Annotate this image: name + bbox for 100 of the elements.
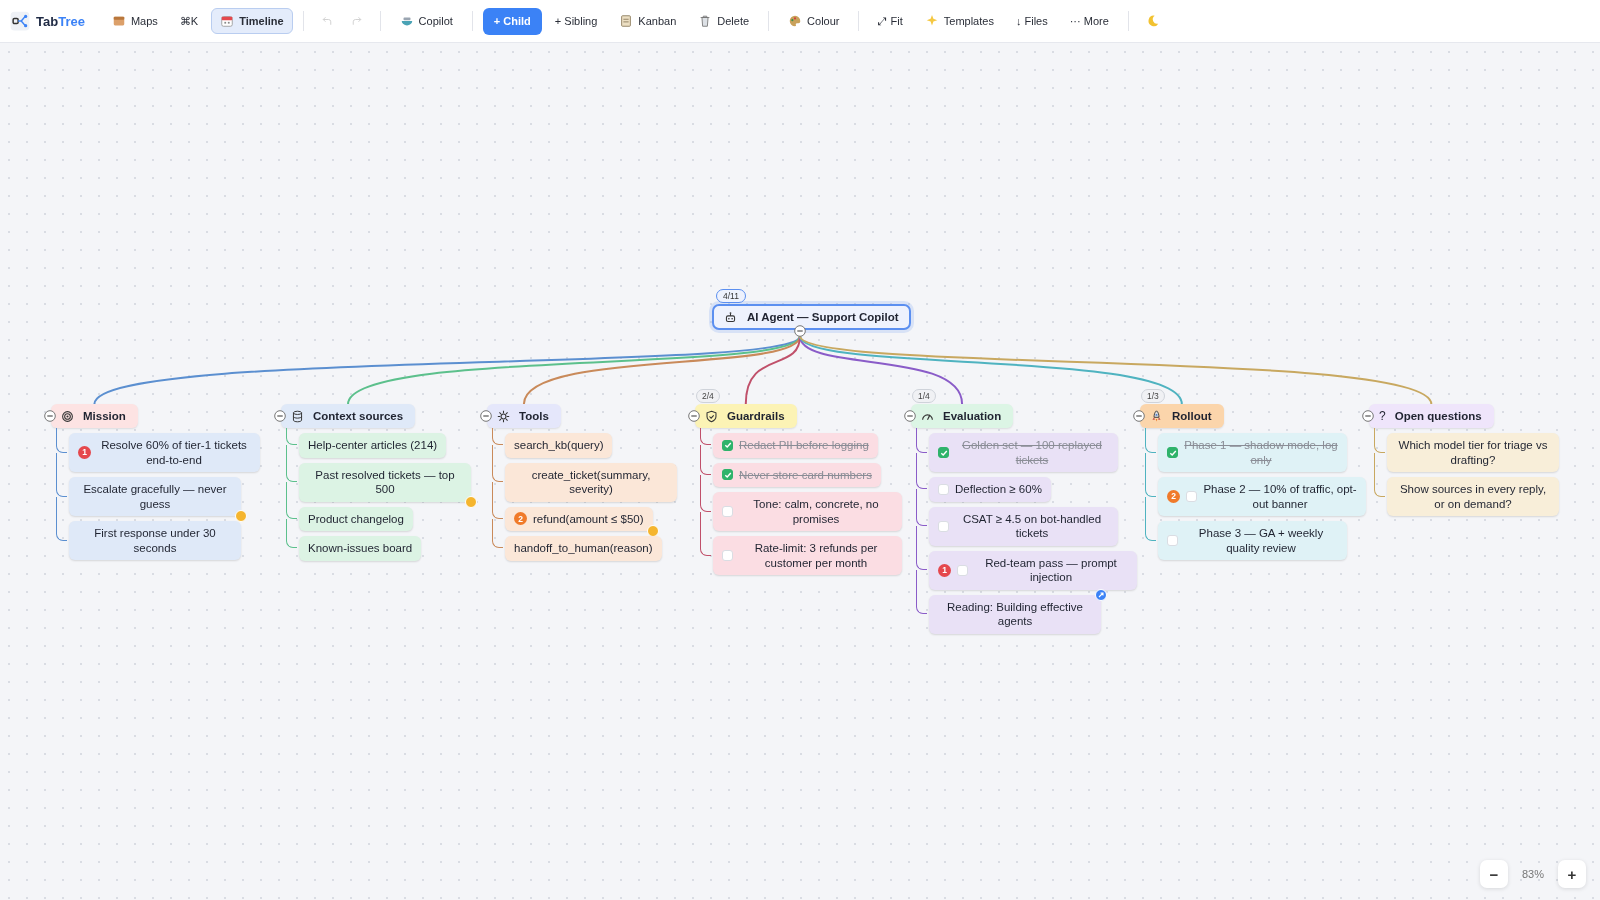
node-text: Product changelog (308, 511, 404, 526)
node-card[interactable]: 1 Red-team pass — prompt injection (929, 550, 1137, 590)
node-text: Rate-limit: 3 refunds per customer per month (753, 541, 879, 570)
node-card[interactable]: 2 refund(amount ≤ $50) (505, 506, 653, 531)
node-card[interactable]: Escalate gracefully — never guess (69, 477, 241, 516)
node-text: CSAT ≥ 4.5 on bot-handled tickets (961, 511, 1103, 541)
files-button[interactable]: ↓ Files (1006, 8, 1057, 34)
collapse-button[interactable] (44, 410, 56, 422)
progress-badge: 1/4 (912, 389, 936, 403)
gear-icon (497, 409, 510, 423)
branch-label: Guardrails (727, 410, 785, 422)
node-card[interactable]: Which model tier for triage vs drafting? (1387, 433, 1559, 472)
node-card[interactable]: handoff_to_human(reason) (505, 536, 662, 561)
branch-node[interactable]: Tools (487, 404, 561, 428)
node-card[interactable]: create_ticket(summary, severity) (505, 462, 677, 502)
node-card[interactable]: Known-issues board (299, 536, 422, 561)
node-card[interactable]: Help-center articles (214) (299, 433, 447, 458)
node-text: search_kb(query) (514, 438, 604, 453)
branch-label: Evaluation (943, 410, 1002, 422)
collapse-button[interactable] (274, 410, 286, 422)
node-card[interactable]: Rate-limit: 3 refunds per customer per month (713, 536, 902, 575)
database-icon (291, 409, 304, 423)
node-text: Which model tier for triage vs drafting? (1397, 438, 1549, 467)
node-card[interactable]: Reading: Building effective agents (929, 594, 1101, 634)
node-card[interactable]: 2 Phase 2 — 10% of traffic, opt-out banner (1158, 477, 1366, 516)
moon-icon (1145, 14, 1160, 28)
templates-button[interactable]: Templates (915, 8, 1003, 34)
branch-node[interactable]: Mission (51, 404, 138, 428)
add-child-button[interactable]: + Child (482, 7, 542, 35)
collapse-button[interactable] (688, 410, 700, 422)
progress-badge: 4/11 (716, 289, 746, 303)
node-card[interactable]: Product changelog (299, 506, 413, 531)
branch-label: Mission (83, 410, 126, 422)
node-text: Deflection ≥ 60% (955, 482, 1042, 497)
app-logo-text: TabTree (36, 13, 85, 29)
node-card[interactable]: Deflection ≥ 60% (929, 477, 1051, 502)
palette-icon (788, 14, 803, 28)
checkbox[interactable] (722, 469, 733, 481)
node-text: First response under 30 seconds (93, 526, 217, 555)
robot-icon (724, 310, 737, 324)
colour-button[interactable]: Colour (779, 8, 849, 34)
zoom-in-button[interactable]: + (1558, 860, 1586, 888)
redo-icon (350, 15, 363, 27)
checkbox[interactable] (1167, 447, 1178, 458)
node-text: handoff_to_human(reason) (514, 541, 653, 556)
node-card[interactable]: Tone: calm, concrete, no promises (713, 492, 902, 531)
branch-node[interactable]: Guardrails (695, 404, 797, 428)
node-card[interactable]: CSAT ≥ 4.5 on bot-handled tickets (929, 506, 1118, 546)
collapse-button[interactable] (1133, 410, 1145, 422)
root-label: AI Agent — Support Copilot (747, 311, 899, 323)
delete-button[interactable]: Delete (689, 8, 759, 34)
root-node[interactable]: AI Agent — Support Copilot (712, 304, 911, 330)
checkbox[interactable] (938, 447, 949, 458)
node-card[interactable]: Past resolved tickets — top 500 (299, 462, 471, 502)
add-sibling-button[interactable]: + Sibling (545, 8, 607, 34)
branch-node[interactable]: Evaluation (911, 404, 1014, 428)
node-text: Golden set — 100 replayed tickets (961, 438, 1103, 467)
branch-node[interactable]: ? Open questions (1369, 404, 1494, 428)
branch-label: Context sources (313, 410, 404, 422)
priority-badge: 1 (938, 563, 951, 577)
branch-node[interactable]: Context sources (281, 404, 416, 428)
node-text: Help-center articles (214) (308, 438, 438, 453)
node-text: Red-team pass — prompt injection (984, 555, 1118, 585)
maps-button[interactable]: Maps (102, 8, 167, 34)
link-icon[interactable] (1095, 588, 1107, 601)
node-text: Phase 3 — GA + weekly quality review (1197, 526, 1325, 555)
node-text: Show sources in every reply, or on demand? (1398, 482, 1548, 511)
node-card[interactable]: First response under 30 seconds (69, 521, 241, 560)
priority-badge: 1 (78, 446, 91, 459)
branch-label: Open questions (1394, 410, 1482, 422)
node-card[interactable]: Show sources in every reply, or on demand? (1387, 477, 1559, 516)
collapse-button[interactable] (1362, 410, 1374, 422)
node-text: Phase 1 — shadow mode, log only (1184, 438, 1338, 467)
copilot-button[interactable]: Copilot (390, 8, 462, 34)
command-button[interactable]: ⌘K (170, 8, 208, 34)
kanban-button[interactable]: Kanban (610, 8, 686, 34)
node-card[interactable]: search_kb(query) (505, 433, 613, 458)
fit-button[interactable]: ⤢ Fit (869, 8, 912, 34)
node-text: Known-issues board (308, 541, 413, 556)
node-card[interactable]: 1 Resolve 60% of tier-1 tickets end-to-end (69, 433, 260, 472)
mind-map-icon (10, 11, 30, 31)
note-icon[interactable] (235, 510, 247, 522)
node-card[interactable]: Phase 3 — GA + weekly quality review (1158, 521, 1347, 560)
node-text: Phase 2 — 10% of traffic, opt-out banner (1203, 482, 1357, 511)
collapse-button[interactable] (794, 325, 806, 337)
node-text: Never store card numbers (739, 467, 872, 482)
checkbox[interactable] (722, 439, 733, 451)
branch-node[interactable]: Rollout (1140, 404, 1224, 428)
progress-badge: 1/3 (1141, 389, 1165, 403)
node-text: Resolve 60% of tier-1 tickets end-to-end (100, 438, 248, 467)
priority-badge: 2 (1167, 490, 1180, 503)
progress-badge: 2/4 (696, 389, 720, 403)
more-button[interactable]: ··· More (1060, 8, 1118, 34)
priority-badge: 2 (514, 512, 527, 526)
collapse-button[interactable] (480, 410, 492, 422)
branch-label: Tools (519, 410, 549, 422)
timeline-button[interactable]: Timeline (211, 8, 293, 34)
collapse-button[interactable] (904, 410, 916, 422)
branch-label: Rollout (1172, 410, 1212, 422)
zoom-out-button[interactable]: − (1479, 860, 1508, 888)
